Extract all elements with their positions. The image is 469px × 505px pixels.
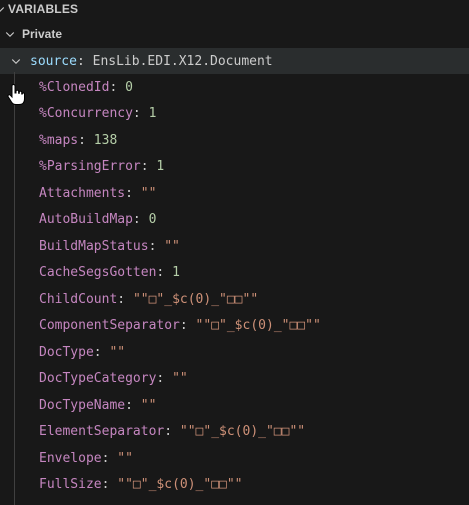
variable-value: ""	[172, 371, 188, 386]
variable-value: 1	[148, 106, 157, 121]
variable-row[interactable]: CacheSegsGotten: 1	[39, 260, 469, 286]
variable-row[interactable]: DocTypeCategory: ""	[39, 366, 469, 392]
variable-name: ComponentSeparator	[39, 318, 180, 333]
scope-private[interactable]: Private	[0, 22, 469, 46]
variable-value: ""□"_$c(0)_"□□""	[117, 477, 243, 492]
variables-section-header[interactable]: VARIABLES	[0, 0, 469, 18]
variable-row[interactable]: %maps: 138	[39, 127, 469, 153]
separator: :	[148, 238, 157, 254]
separator: :	[101, 477, 110, 492]
variable-row[interactable]: DocType: ""	[39, 339, 469, 365]
variable-value: ""	[117, 450, 133, 466]
variable-row[interactable]: BuildMapStatus: ""	[39, 233, 469, 259]
variable-name: Attachments	[39, 185, 126, 201]
variable-source[interactable]: source: EnsLib.EDI.X12.Document	[0, 48, 469, 74]
variable-name: Envelope	[39, 450, 102, 466]
variable-name: AutoBuildMap	[39, 212, 133, 227]
separator: :	[78, 132, 86, 148]
indent-guide	[14, 72, 15, 505]
hand-pointer-icon	[6, 83, 26, 106]
variable-name: DocTypeName	[39, 397, 126, 413]
variable-row[interactable]: DocTypeName: ""	[39, 392, 469, 418]
chevron-down-icon	[10, 55, 22, 67]
variable-name: BuildMapStatus	[39, 238, 149, 254]
separator: :	[101, 450, 110, 466]
variable-name: %ParsingError	[39, 159, 141, 174]
variable-row[interactable]: ElementSeparator: ""□"_$c(0)_"□□""	[39, 419, 469, 445]
separator: :	[164, 424, 173, 439]
variable-type: EnsLib.EDI.X12.Document	[92, 53, 273, 69]
variable-value: ""	[109, 344, 126, 360]
variable-name: FullSize	[39, 477, 102, 492]
variable-value: ""□"_$c(0)_"□□""	[179, 424, 306, 439]
separator: :	[125, 397, 133, 413]
separator: :	[93, 344, 102, 360]
separator: :	[132, 212, 141, 227]
variable-name: DocTypeCategory	[39, 371, 157, 386]
variable-row[interactable]: %Concurrency: 1	[39, 101, 469, 127]
variable-value: 1	[156, 159, 165, 174]
variables-panel: VARIABLES Private source: EnsLib.EDI.X12…	[0, 0, 469, 505]
separator: :	[117, 291, 126, 307]
variable-name: ElementSeparator	[39, 424, 165, 439]
separator: :	[125, 185, 133, 201]
variable-value: ""	[164, 238, 180, 254]
variable-value: 138	[93, 132, 118, 148]
variable-row[interactable]: Envelope: ""	[39, 445, 469, 471]
variable-value: 1	[172, 265, 180, 280]
variable-value: ""	[140, 185, 157, 201]
variable-row[interactable]: Attachments: ""	[39, 180, 469, 206]
separator: :	[156, 265, 165, 280]
separator: :	[179, 318, 188, 333]
separator: :	[76, 53, 85, 69]
separator: :	[109, 79, 118, 95]
variable-value: ""	[140, 397, 157, 413]
variable-row[interactable]: FullSize: ""□"_$c(0)_"□□""	[39, 472, 469, 498]
variable-row[interactable]: AutoBuildMap: 0	[39, 207, 469, 233]
variable-row[interactable]: ChildCount: ""□"_$c(0)_"□□""	[39, 286, 469, 312]
variable-value: 0	[125, 79, 133, 95]
variable-name: %Concurrency	[39, 106, 133, 121]
variable-name: %ClonedId	[39, 79, 110, 95]
variable-name: %maps	[39, 132, 79, 148]
section-title: VARIABLES	[8, 2, 79, 16]
variable-name: ChildCount	[39, 291, 118, 307]
chevron-down-icon	[0, 3, 8, 15]
variable-row[interactable]: %ParsingError: 1	[39, 154, 469, 180]
variable-row[interactable]: ComponentSeparator: ""□"_$c(0)_"□□""	[39, 313, 469, 339]
variable-name: DocType	[39, 344, 94, 360]
variable-value: ""□"_$c(0)_"□□""	[132, 291, 259, 307]
variable-row[interactable]: %ClonedId: 0	[39, 74, 469, 100]
variable-value: 0	[148, 212, 157, 227]
separator: :	[140, 159, 149, 174]
variable-name: source	[30, 53, 77, 69]
chevron-down-icon	[4, 28, 16, 40]
separator: :	[132, 106, 141, 121]
variable-name: CacheSegsGotten	[39, 265, 157, 280]
scope-label: Private	[22, 27, 63, 41]
variable-value: ""□"_$c(0)_"□□""	[195, 318, 321, 333]
separator: :	[156, 371, 165, 386]
